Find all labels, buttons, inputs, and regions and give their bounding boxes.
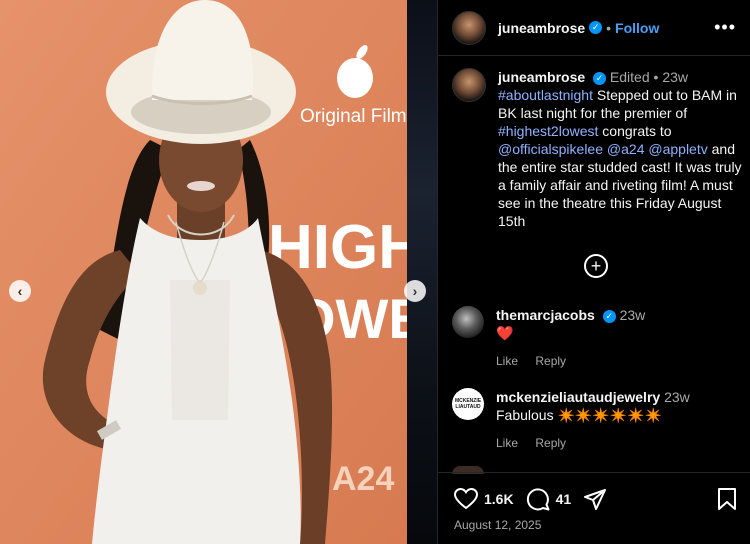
follow-button[interactable]: Follow xyxy=(615,20,659,36)
backdrop-brand-text: Original Films xyxy=(300,106,407,127)
verified-badge-icon: ✓ xyxy=(593,71,607,85)
post-media[interactable]: Original Films HIGHE OWE A24 xyxy=(0,0,437,544)
bookmark-icon xyxy=(718,488,736,510)
post-actions: 1.6K 41 xyxy=(454,487,625,511)
dot-separator: • xyxy=(606,19,612,36)
hashtag-link[interactable]: #highest2lowest xyxy=(498,123,598,139)
share-button[interactable] xyxy=(583,487,613,511)
mention-link[interactable]: @a24 xyxy=(607,141,645,157)
comment-age: 23w xyxy=(664,389,690,405)
hashtag-link[interactable]: #aboutlastnight xyxy=(498,87,593,103)
heart-icon xyxy=(454,488,478,510)
comment-item: themarcjacobs ✓ 23w ❤️ Like Reply xyxy=(452,306,742,370)
comment-text: Fabulous ✴️✴️✴️✴️✴️✴️ xyxy=(496,407,663,423)
like-button[interactable]: 1.6K xyxy=(454,488,514,510)
comment-actions: Like Reply xyxy=(496,352,645,370)
paper-plane-icon xyxy=(584,489,607,510)
commenter-username[interactable]: mckenzieliautaudjewelry xyxy=(496,389,660,405)
comment-reply-button[interactable]: Reply xyxy=(535,436,566,450)
post-photo: Original Films HIGHE OWE A24 xyxy=(0,0,407,544)
comment-count: 41 xyxy=(555,491,572,507)
verified-badge-icon: ✓ xyxy=(602,309,616,323)
portrait-photo: Original Films HIGHE OWE A24 xyxy=(0,0,407,544)
like-count: 1.6K xyxy=(484,491,514,507)
caption-body: juneambrose ✓ Edited • 23w #aboutlastnig… xyxy=(498,68,742,230)
carousel-next-button[interactable]: › xyxy=(404,280,426,302)
comment-bubble-icon xyxy=(526,488,550,511)
mention-link[interactable]: @appletv xyxy=(648,141,707,157)
post-caption: juneambrose ✓ Edited • 23w #aboutlastnig… xyxy=(452,68,742,230)
next-photo-peek xyxy=(407,0,437,544)
backdrop-studio-text: A24 xyxy=(332,460,394,498)
comment-like-button[interactable]: Like xyxy=(496,436,518,450)
post-date: August 12, 2025 xyxy=(454,518,542,532)
comment-actions: Like Reply xyxy=(496,434,690,452)
post-footer: 1.6K 41 August 12, 2025 xyxy=(438,472,750,544)
save-button[interactable] xyxy=(717,487,737,516)
comment-body: themarcjacobs ✓ 23w ❤️ Like Reply xyxy=(496,306,645,370)
caption-text: congrats to xyxy=(598,123,672,139)
more-options-icon[interactable]: ••• xyxy=(714,17,736,38)
comment-item: MCKENZIE LIAUTAUD mckenzieliautaudjewelr… xyxy=(452,388,742,452)
commenter-avatar[interactable]: MCKENZIE LIAUTAUD xyxy=(452,388,484,420)
caption-username[interactable]: juneambrose xyxy=(498,69,585,85)
comment-text: ❤️ xyxy=(496,325,514,341)
caption-avatar[interactable] xyxy=(452,68,486,102)
carousel-prev-button[interactable]: ‹ xyxy=(9,280,31,302)
comment-reply-button[interactable]: Reply xyxy=(535,354,566,368)
post-header: juneambrose ✓ • Follow ••• xyxy=(438,0,750,56)
edited-label: Edited xyxy=(609,69,650,85)
comment-body: mckenzieliautaudjewelry 23w Fabulous ✴️✴… xyxy=(496,388,690,452)
verified-badge-icon: ✓ xyxy=(589,21,603,34)
caption-age: 23w xyxy=(662,69,688,85)
plus-icon: + xyxy=(590,256,602,276)
comment-age: 23w xyxy=(619,307,646,323)
comment-button[interactable]: 41 xyxy=(526,487,572,511)
chevron-right-icon: › xyxy=(412,283,418,299)
load-more-comments-button[interactable]: + xyxy=(584,254,608,278)
author-avatar[interactable] xyxy=(452,10,486,45)
author-username[interactable]: juneambrose xyxy=(498,20,585,36)
chevron-left-icon: ‹ xyxy=(17,283,23,299)
commenter-username[interactable]: themarcjacobs xyxy=(496,307,595,323)
mention-link[interactable]: @officialspikelee xyxy=(498,141,603,157)
post-details-panel: juneambrose ✓ • Follow ••• juneambrose ✓… xyxy=(437,0,750,544)
commenter-avatar[interactable] xyxy=(452,306,484,338)
dot-separator: • xyxy=(653,69,659,85)
comment-like-button[interactable]: Like xyxy=(496,354,518,368)
